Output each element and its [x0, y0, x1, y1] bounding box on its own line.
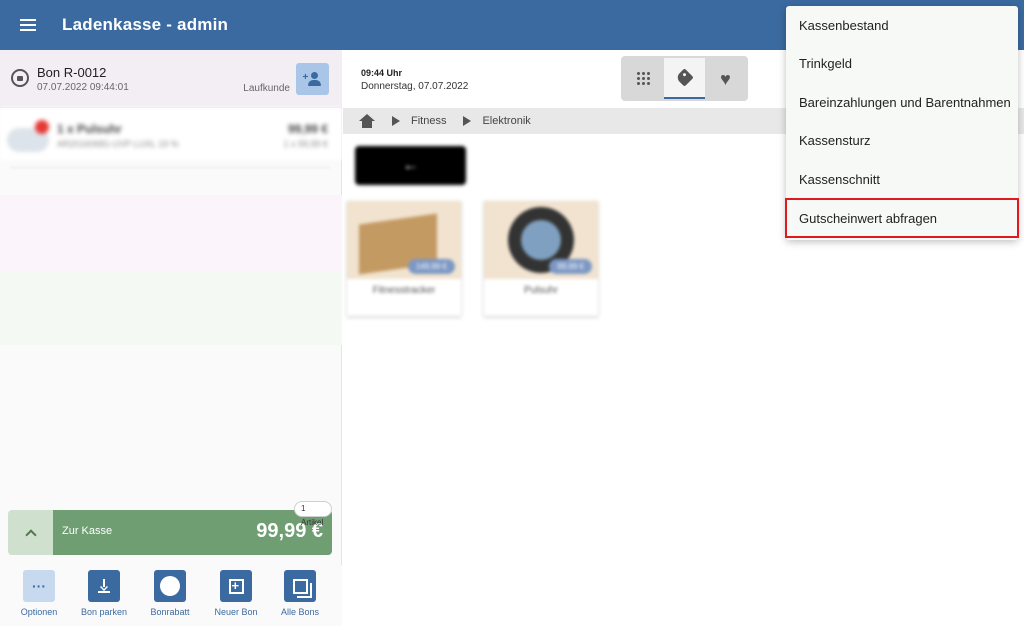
park-bon-button[interactable]: Bon parken	[71, 570, 137, 625]
article-count-badge: 1 Artikel	[294, 501, 332, 527]
item-sku: AR20160681-UVP LUXL 19 %	[57, 139, 179, 149]
expand-button[interactable]	[8, 510, 53, 555]
receipt-panel: Bon R-0012 07.07.2022 09:44:01 Laufkunde…	[0, 50, 342, 626]
new-bon-label: Neuer Bon	[214, 607, 258, 617]
tag-icon	[675, 68, 694, 87]
checkout-button[interactable]: Zur Kasse 99,99 €	[53, 510, 332, 555]
hamburger-menu-button[interactable]	[0, 0, 56, 50]
all-bons-button[interactable]: Alle Bons	[267, 570, 333, 625]
bon-customer: Laufkunde	[243, 83, 290, 94]
bon-title: Bon R-0012	[37, 65, 107, 80]
product-name: Fitnesstracker	[372, 285, 436, 296]
chevron-right-icon	[463, 116, 472, 126]
person-add-icon: +	[303, 71, 323, 87]
numpad-icon	[637, 72, 650, 85]
menu-item-gutscheinwert[interactable]: Gutscheinwert abfragen	[785, 198, 1019, 238]
menu-item-bareinzahlungen[interactable]: Bareinzahlungen und Barentnahmen	[786, 83, 1018, 121]
checkout-label: Zur Kasse	[62, 525, 113, 537]
product-tile-fitnesstracker[interactable]: 149,99 € Fitnesstracker	[347, 201, 461, 316]
tab-numpad[interactable]	[623, 58, 664, 99]
current-date: Donnerstag, 07.07.2022	[361, 81, 469, 92]
bottom-toolbar: ··· Optionen Bon parken Bonrabatt Neuer …	[0, 565, 342, 626]
arrow-left-icon: ←	[402, 156, 419, 174]
list-background	[0, 272, 342, 345]
app-title: Ladenkasse - admin	[62, 15, 229, 34]
cart-item[interactable]: 1 x Pulsuhr AR20160681-UVP LUXL 19 % 99,…	[0, 108, 342, 160]
options-button[interactable]: ··· Optionen	[6, 570, 72, 625]
cash-menu: Kassenbestand Trinkgeld Bareinzahlungen …	[785, 6, 1019, 240]
breadcrumb-elektronik[interactable]: Elektronik	[482, 115, 530, 127]
view-tabs: ♥	[621, 56, 748, 101]
hamburger-menu-icon	[20, 19, 36, 31]
library-icon	[284, 570, 316, 602]
all-bons-label: Alle Bons	[280, 607, 320, 617]
download-icon	[88, 570, 120, 602]
options-label: Optionen	[20, 607, 58, 617]
heart-icon: ♥	[720, 68, 731, 89]
item-name: 1 x Pulsuhr	[57, 122, 122, 136]
product-price: 149,99 €	[407, 259, 455, 274]
discount-icon	[154, 570, 186, 602]
new-bon-button[interactable]: Neuer Bon	[203, 570, 269, 625]
discount-button[interactable]: Bonrabatt	[137, 570, 203, 625]
item-badge	[35, 120, 49, 134]
breadcrumb-fitness[interactable]: Fitness	[411, 115, 446, 127]
checkout-bar: Zur Kasse 99,99 € 1 Artikel	[8, 501, 332, 555]
menu-item-trinkgeld[interactable]: Trinkgeld	[786, 44, 1018, 82]
home-icon[interactable]	[359, 114, 375, 128]
more-icon: ···	[23, 570, 55, 602]
product-price: 99,99 €	[549, 259, 592, 274]
menu-item-kassenbestand[interactable]: Kassenbestand	[786, 6, 1018, 44]
current-time: 09:44 Uhr	[361, 68, 403, 78]
back-button[interactable]: ←	[355, 146, 466, 185]
bon-header: Bon R-0012 07.07.2022 09:44:01 Laufkunde…	[0, 50, 342, 108]
chevron-right-icon	[392, 116, 400, 126]
bon-datetime: 07.07.2022 09:44:01	[37, 82, 129, 93]
item-qty-price: 1 x 99,99 €	[283, 139, 328, 149]
discount-label: Bonrabatt	[150, 607, 190, 617]
menu-item-kassensturz[interactable]: Kassensturz	[786, 121, 1018, 159]
menu-item-kassenschnitt[interactable]: Kassenschnitt	[786, 160, 1018, 198]
product-name: Pulsuhr	[524, 285, 558, 296]
list-background	[0, 195, 342, 272]
product-tile-pulsuhr[interactable]: 99,99 € Pulsuhr	[484, 201, 598, 316]
unlock-icon[interactable]	[11, 69, 29, 87]
divider	[10, 167, 330, 168]
add-customer-button[interactable]: +	[296, 63, 329, 95]
item-price: 99,99 €	[287, 122, 328, 136]
chevron-up-icon	[24, 528, 37, 541]
add-box-icon	[220, 570, 252, 602]
tab-products[interactable]	[664, 58, 705, 99]
tab-favorites[interactable]: ♥	[705, 58, 746, 99]
park-bon-label: Bon parken	[80, 607, 128, 617]
